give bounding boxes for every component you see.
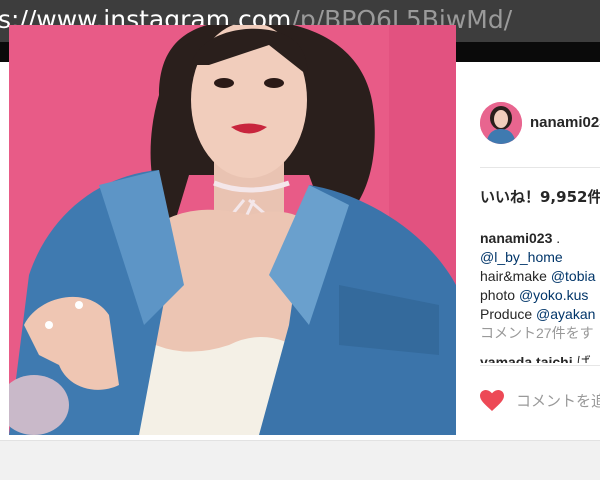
caption-line-produce: Produce [480, 306, 537, 322]
caption-mention-produce[interactable]: @ayakan [536, 306, 595, 322]
view-more-comments-link[interactable]: コメント27件をす [480, 325, 594, 341]
post-caption: nanami023 . @l_by_home hair&make @tobia … [480, 229, 595, 343]
avatar-image [480, 102, 522, 144]
caption-line-hairmake: hair&make [480, 268, 551, 284]
comment-row: yamada.taichi ば [480, 353, 591, 363]
caption-mention-hairmake[interactable]: @tobia [551, 268, 596, 284]
caption-mention-home[interactable]: @l_by_home [480, 249, 563, 265]
likes-count[interactable]: いいね！9,952件 [480, 186, 600, 207]
add-comment-input[interactable]: コメントを追 [516, 390, 600, 411]
post-photo-image [9, 25, 456, 435]
caption-dot: . [552, 230, 561, 246]
post-photo[interactable] [9, 25, 456, 435]
comment-text: ば [572, 354, 591, 363]
avatar[interactable] [480, 102, 522, 144]
header-divider [480, 167, 600, 168]
post-sidebar: nanami023 いいね！9,952件 nanami023 . @l_by_h… [456, 62, 600, 440]
comment-username[interactable]: yamada.taichi [480, 354, 573, 363]
post-username[interactable]: nanami023 [530, 114, 600, 131]
caption-mention-photo[interactable]: @yoko.kus [519, 287, 588, 303]
caption-line-photo: photo [480, 287, 519, 303]
caption-username[interactable]: nanami023 [480, 230, 552, 246]
actions-divider [480, 365, 600, 366]
like-heart-icon[interactable] [480, 390, 504, 412]
